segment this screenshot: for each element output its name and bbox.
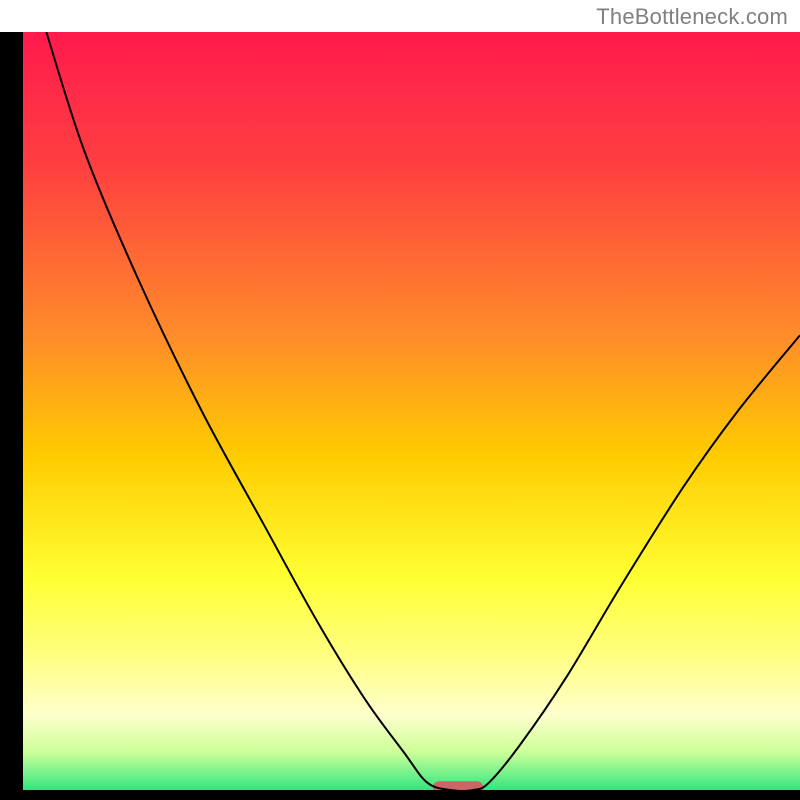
bottleneck-chart [0, 0, 800, 800]
chart-frame: TheBottleneck.com [0, 0, 800, 800]
plot-background [23, 32, 800, 790]
axis-border [0, 790, 800, 800]
axis-border [0, 32, 23, 800]
watermark-text: TheBottleneck.com [596, 4, 788, 30]
